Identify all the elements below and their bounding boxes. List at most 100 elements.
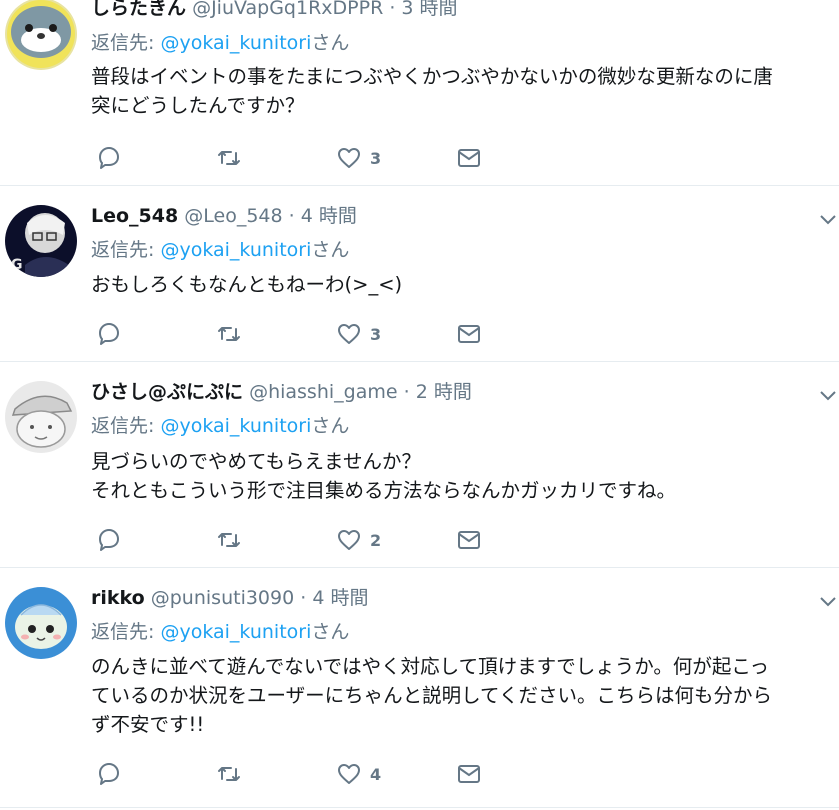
retweet-icon [218,151,240,165]
user-handle[interactable]: @JiuVapGq1RxDPPR [192,0,383,19]
dm-icon [458,149,480,167]
like-count: 2 [370,530,382,550]
like-icon [338,324,360,344]
action-bar: 2 [96,526,496,554]
tweet-text-line: ず不安です!! [91,713,205,736]
reply-button[interactable] [96,526,122,554]
display-name[interactable]: rikko [91,587,145,609]
reply-button[interactable] [96,144,122,172]
retweet-button[interactable] [216,320,242,348]
like-button[interactable]: 4 [336,760,381,788]
dm-button[interactable] [456,526,482,554]
retweet-button[interactable] [216,144,242,172]
tweet-text-line: 見づらいのでやめてもらえませんか？ [91,450,421,473]
chevron-down-icon[interactable] [819,592,837,610]
reply-suffix: さん [311,239,350,261]
tweet-header: Leo_548 @Leo_548 · 4 時間 [91,204,357,228]
chevron-down-icon[interactable] [819,210,837,228]
mention-link[interactable]: @yokai_kunitori [160,239,311,261]
reply-context: 返信先: @yokai_kunitoriさん [91,414,349,438]
reply-suffix: さん [311,32,350,54]
tweet-text: 普段はイベントの事をたまにつぶやくかつぶやかないかの微妙な更新なのに唐 突にどう… [91,62,831,120]
separator: · [403,381,410,403]
timestamp[interactable]: 4 時間 [301,205,357,227]
tweet-header: rikko @punisuti3090 · 4 時間 [91,586,368,610]
tweet-text: 見づらいのでやめてもらえませんか？ それともこういう形で注目集める方法ならなんか… [91,447,831,505]
cute-blob-avatar-image [5,587,77,659]
like-count: 3 [370,324,382,344]
tweet-text-line: おもしろくもなんともねーわ(>_<) [91,273,403,296]
like-button[interactable]: 2 [336,526,381,554]
avatar[interactable]: G [5,205,77,277]
reply-button[interactable] [96,760,122,788]
reply-suffix: さん [311,415,350,437]
seal-avatar-image [5,0,77,70]
separator: · [389,0,396,19]
mention-link[interactable]: @yokai_kunitori [160,32,311,54]
sketch-face-avatar-image [5,381,77,453]
display-name[interactable]: Leo_548 [91,205,178,227]
dark-character-avatar-image: G [5,205,77,277]
user-handle[interactable]: @punisuti3090 [151,587,294,609]
reply-context: 返信先: @yokai_kunitoriさん [91,238,349,262]
reply-context: 返信先: @yokai_kunitoriさん [91,620,349,644]
reply-suffix: さん [311,621,350,643]
user-handle[interactable]: @Leo_548 [184,205,282,227]
svg-text:G: G [11,257,23,273]
timestamp[interactable]: 3 時間 [401,0,457,19]
dm-button[interactable] [456,144,482,172]
reply-icon [99,529,119,551]
tweet-header: ひさし@ぷにぷに @hiasshi_game · 2 時間 [91,380,472,404]
retweet-icon [218,533,240,547]
dm-button[interactable] [456,760,482,788]
chevron-down-icon[interactable] [819,386,837,404]
like-button[interactable]: 3 [336,320,381,348]
separator: · [288,205,295,227]
reply-prefix: 返信先: [91,621,161,643]
tweet-text-line: それともこういう形で注目集める方法ならなんかガッカリですね。 [91,479,677,502]
reply-button[interactable] [96,320,122,348]
reply-context: 返信先: @yokai_kunitoriさん [91,31,349,55]
display-name[interactable]: ひさし@ぷにぷに [91,381,243,403]
timestamp[interactable]: 4 時間 [312,587,368,609]
retweet-button[interactable] [216,526,242,554]
like-button[interactable]: 3 [336,144,381,172]
display-name[interactable]: しらたきん [91,0,186,19]
retweet-button[interactable] [216,760,242,788]
reply-prefix: 返信先: [91,32,161,54]
like-count: 3 [370,148,382,168]
tweet-text: おもしろくもなんともねーわ(>_<) [91,270,831,299]
action-bar: 4 [96,760,496,788]
tweet-item[interactable]: G Leo_548 @Leo_548 · 4 時間 返信先: @yokai_ku… [0,186,839,362]
tweet-item[interactable]: しらたきん @JiuVapGq1RxDPPR · 3 時間 返信先: @yoka… [0,0,839,186]
avatar[interactable] [5,0,77,70]
reply-icon [99,147,119,169]
mention-link[interactable]: @yokai_kunitori [160,415,311,437]
tweet-text-line: のんきに並べて遊んでないではやく対応して頂けますでしょうか。何が起こっ [91,655,770,678]
avatar[interactable] [5,381,77,453]
tweet-item[interactable]: ひさし@ぷにぷに @hiasshi_game · 2 時間 返信先: @yoka… [0,362,839,568]
user-handle[interactable]: @hiasshi_game [249,381,397,403]
tweet-text-line: 普段はイベントの事をたまにつぶやくかつぶやかないかの微妙な更新なのに唐 [91,65,773,88]
retweet-icon [218,327,240,341]
tweet-text: のんきに並べて遊んでないではやく対応して頂けますでしょうか。何が起こっ ているの… [91,652,831,739]
tweet-header: しらたきん @JiuVapGq1RxDPPR · 3 時間 [91,0,458,20]
reply-icon [99,763,119,785]
like-icon [338,530,360,550]
action-bar: 3 [96,320,496,348]
tweet-text-line: 突にどうしたんですか？ [91,94,305,117]
reply-prefix: 返信先: [91,239,161,261]
action-bar: 3 [96,144,496,172]
like-icon [338,148,360,168]
reply-prefix: 返信先: [91,415,161,437]
avatar[interactable] [5,587,77,659]
tweet-text-line: ているのか状況をユーザーにちゃんと説明してください。こちらは何も分から [91,684,772,707]
timestamp[interactable]: 2 時間 [416,381,472,403]
retweet-icon [218,767,240,781]
dm-button[interactable] [456,320,482,348]
dm-icon [458,531,480,549]
like-count: 4 [370,764,382,784]
dm-icon [458,325,480,343]
tweet-item[interactable]: rikko @punisuti3090 · 4 時間 返信先: @yokai_k… [0,568,839,808]
mention-link[interactable]: @yokai_kunitori [160,621,311,643]
